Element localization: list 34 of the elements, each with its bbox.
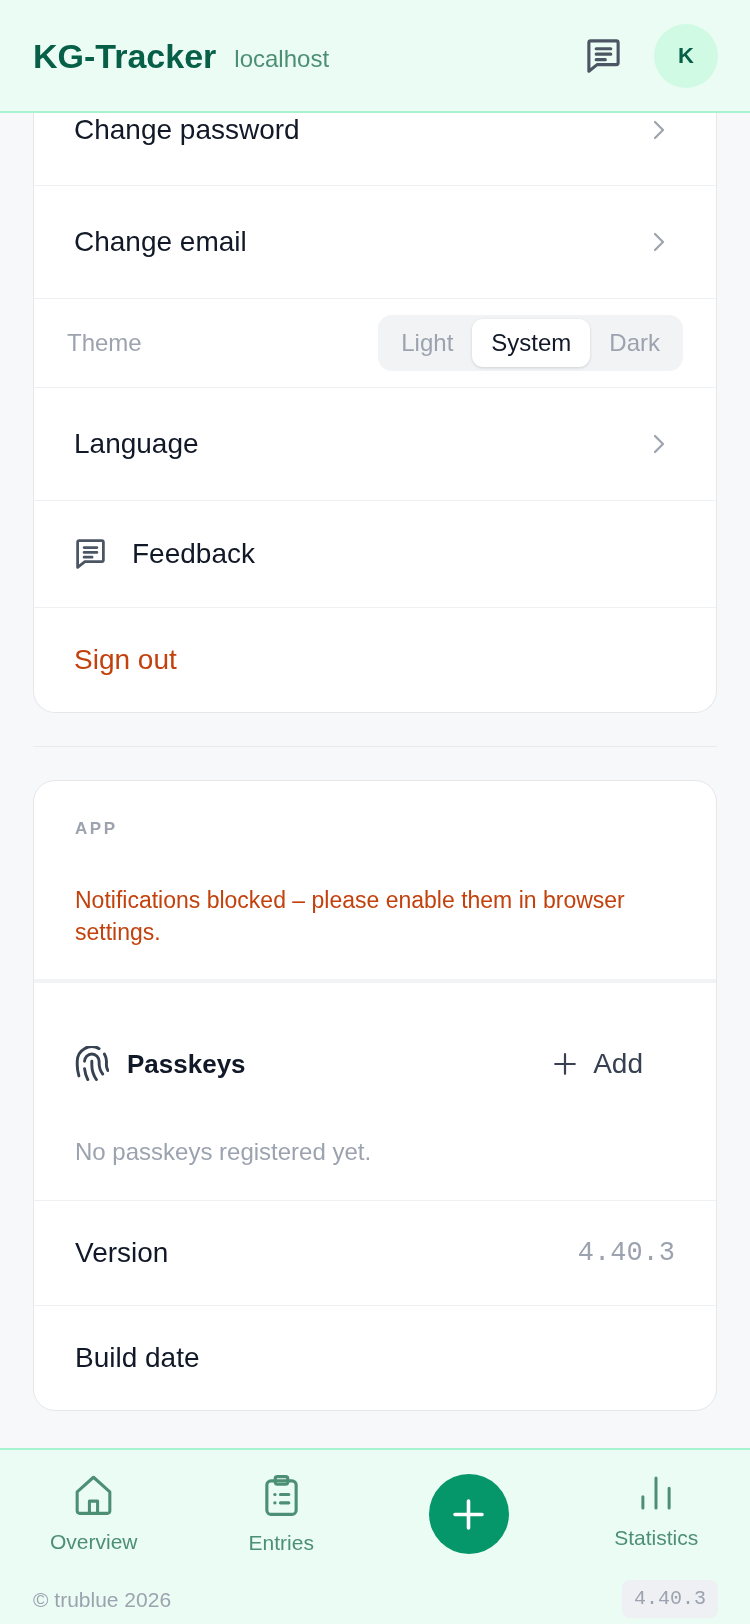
chat-icon[interactable] (587, 38, 620, 73)
nav-tab[interactable]: Statistics (614, 1450, 699, 1550)
plus-icon (554, 1052, 577, 1075)
row-label: Version (75, 1235, 169, 1270)
app-title: KG-Tracker (33, 35, 217, 76)
chat-icon (76, 539, 105, 569)
chevron-right-icon (653, 434, 665, 454)
section-title: Passkeys (127, 1047, 246, 1080)
add-passkey-button[interactable]: Add (554, 1040, 643, 1087)
menu-item[interactable]: Language (34, 387, 716, 500)
row-label: Build date (75, 1340, 200, 1375)
setting-label: Theme (67, 328, 142, 358)
fingerprint-icon (75, 1046, 109, 1081)
menu-item[interactable]: Feedback (34, 500, 716, 607)
bar-chart-icon (641, 1475, 672, 1511)
menu-item[interactable]: Change password (34, 113, 716, 185)
row-value: 4.40.3 (577, 1236, 675, 1270)
nav-tab[interactable]: Overview (50, 1450, 138, 1554)
warning-text: Notifications blocked – please enable them in browser settings. (75, 885, 626, 947)
avatar-button[interactable]: K (654, 23, 718, 88)
menu-item[interactable]: Sign out (34, 607, 716, 712)
empty-state-text: No passkeys registered yet. (75, 1137, 373, 1166)
host-label: localhost (234, 43, 330, 74)
nav-tab[interactable]: Entries (248, 1450, 314, 1555)
clipboard-list-icon (264, 1475, 298, 1516)
version-badge: 4.40.3 (622, 1580, 718, 1618)
chevron-right-icon (653, 120, 665, 140)
section-heading: APP (75, 818, 119, 839)
copyright-text: © trublue 2026 (33, 1586, 172, 1612)
home-icon (75, 1475, 113, 1515)
plus-icon (453, 1498, 485, 1530)
menu-item[interactable]: Change email (34, 185, 716, 298)
segment-option[interactable]: System (472, 319, 591, 367)
chevron-right-icon (653, 232, 665, 252)
